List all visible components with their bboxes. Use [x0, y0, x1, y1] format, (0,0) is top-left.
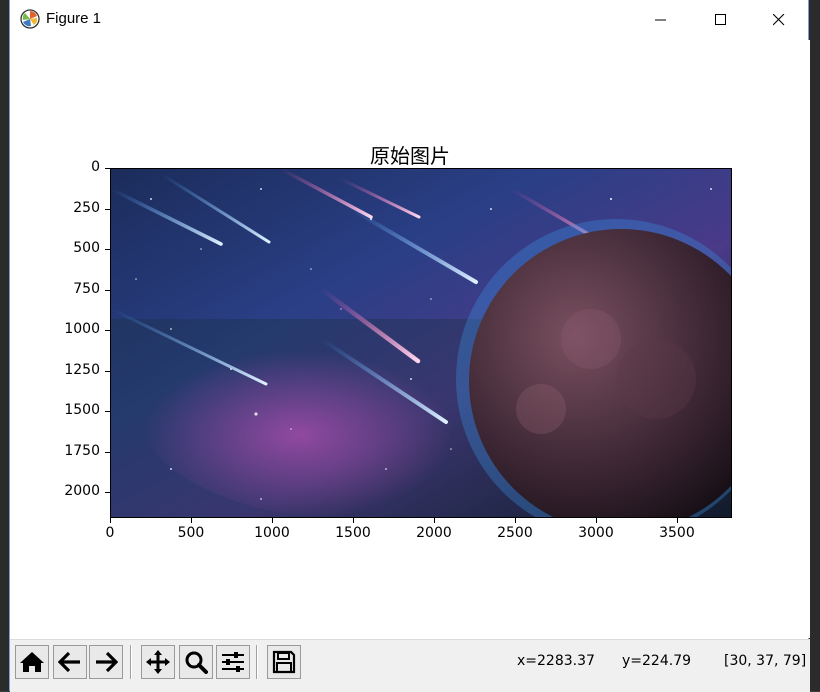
y-tick-label: 500: [73, 240, 100, 257]
close-button[interactable]: [750, 0, 808, 40]
y-tick-mark: [105, 289, 110, 291]
zoom-icon: [185, 651, 208, 674]
save-button[interactable]: [267, 645, 301, 679]
y-tick-mark: [105, 492, 110, 494]
maximize-button[interactable]: [692, 0, 750, 40]
minimize-icon: [655, 19, 666, 21]
close-icon: [773, 14, 785, 26]
home-button[interactable]: [15, 645, 49, 679]
y-tick-mark: [105, 330, 110, 332]
x-tick-mark: [514, 518, 516, 523]
y-tick-mark: [105, 370, 110, 372]
minimize-button[interactable]: [632, 0, 690, 40]
figure-window: Figure 1 原始图片 0 250 500 750 1000 1250 15…: [9, 0, 810, 692]
pan-icon: [146, 650, 170, 674]
y-tick-mark: [105, 208, 110, 210]
x-tick-label: 0: [105, 525, 115, 541]
y-tick-label: 250: [73, 199, 100, 216]
y-tick-mark: [105, 168, 110, 169]
y-tick-label: 1500: [64, 402, 100, 419]
x-tick-mark: [110, 518, 111, 523]
back-button[interactable]: [53, 645, 87, 679]
toolbar-separator: [130, 645, 132, 679]
x-tick-mark: [433, 518, 435, 523]
y-tick-label: 1000: [64, 321, 100, 338]
y-coordinate-readout: y=224.79: [622, 653, 692, 669]
pan-button[interactable]: [141, 645, 175, 679]
plot-title: 原始图片: [370, 144, 450, 168]
navigation-toolbar: x=2283.37 y=224.79 [30, 37, 79]: [10, 639, 810, 692]
toolbar-separator: [256, 645, 258, 679]
home-icon: [20, 652, 44, 672]
y-tick-label: 1250: [64, 361, 100, 378]
x-tick-label: 1000: [254, 525, 290, 541]
forward-button[interactable]: [89, 645, 123, 679]
y-tick-label: 750: [73, 280, 100, 297]
x-tick-label: 2500: [497, 525, 533, 541]
x-tick-mark: [352, 518, 354, 523]
configure-subplots-button[interactable]: [216, 645, 250, 679]
y-tick-label: 2000: [64, 483, 100, 500]
x-tick-label: 3000: [578, 525, 614, 541]
back-icon: [58, 651, 80, 673]
x-coordinate-readout: x=2283.37: [517, 653, 595, 669]
x-tick-mark: [595, 518, 597, 523]
zoom-button[interactable]: [179, 645, 213, 679]
figure-canvas[interactable]: 原始图片 0 250 500 750 1000 1250 1500 1750 2…: [10, 40, 810, 638]
x-tick-mark: [676, 518, 678, 523]
x-tick-label: 2000: [416, 525, 452, 541]
x-tick-mark: [271, 518, 273, 523]
save-icon: [272, 650, 296, 674]
x-tick-mark: [190, 518, 192, 523]
y-tick-mark: [105, 451, 110, 453]
forward-icon: [96, 651, 118, 673]
matplotlib-logo-icon: [20, 9, 40, 29]
y-tick-mark: [105, 249, 110, 251]
title-bar[interactable]: Figure 1: [10, 0, 808, 40]
x-tick-label: 500: [177, 525, 205, 541]
configure-subplots-icon: [222, 652, 244, 672]
pixel-value-readout: [30, 37, 79]: [724, 653, 807, 669]
y-tick-label: 0: [91, 159, 100, 175]
x-tick-label: 3500: [659, 525, 695, 541]
maximize-icon: [715, 14, 726, 25]
image-axes[interactable]: [110, 168, 732, 518]
space-meteor-planet-image: [111, 169, 731, 517]
y-tick-mark: [105, 411, 110, 413]
x-tick-label: 1500: [335, 525, 371, 541]
y-tick-label: 1750: [64, 442, 100, 459]
window-title: Figure 1: [46, 10, 102, 27]
